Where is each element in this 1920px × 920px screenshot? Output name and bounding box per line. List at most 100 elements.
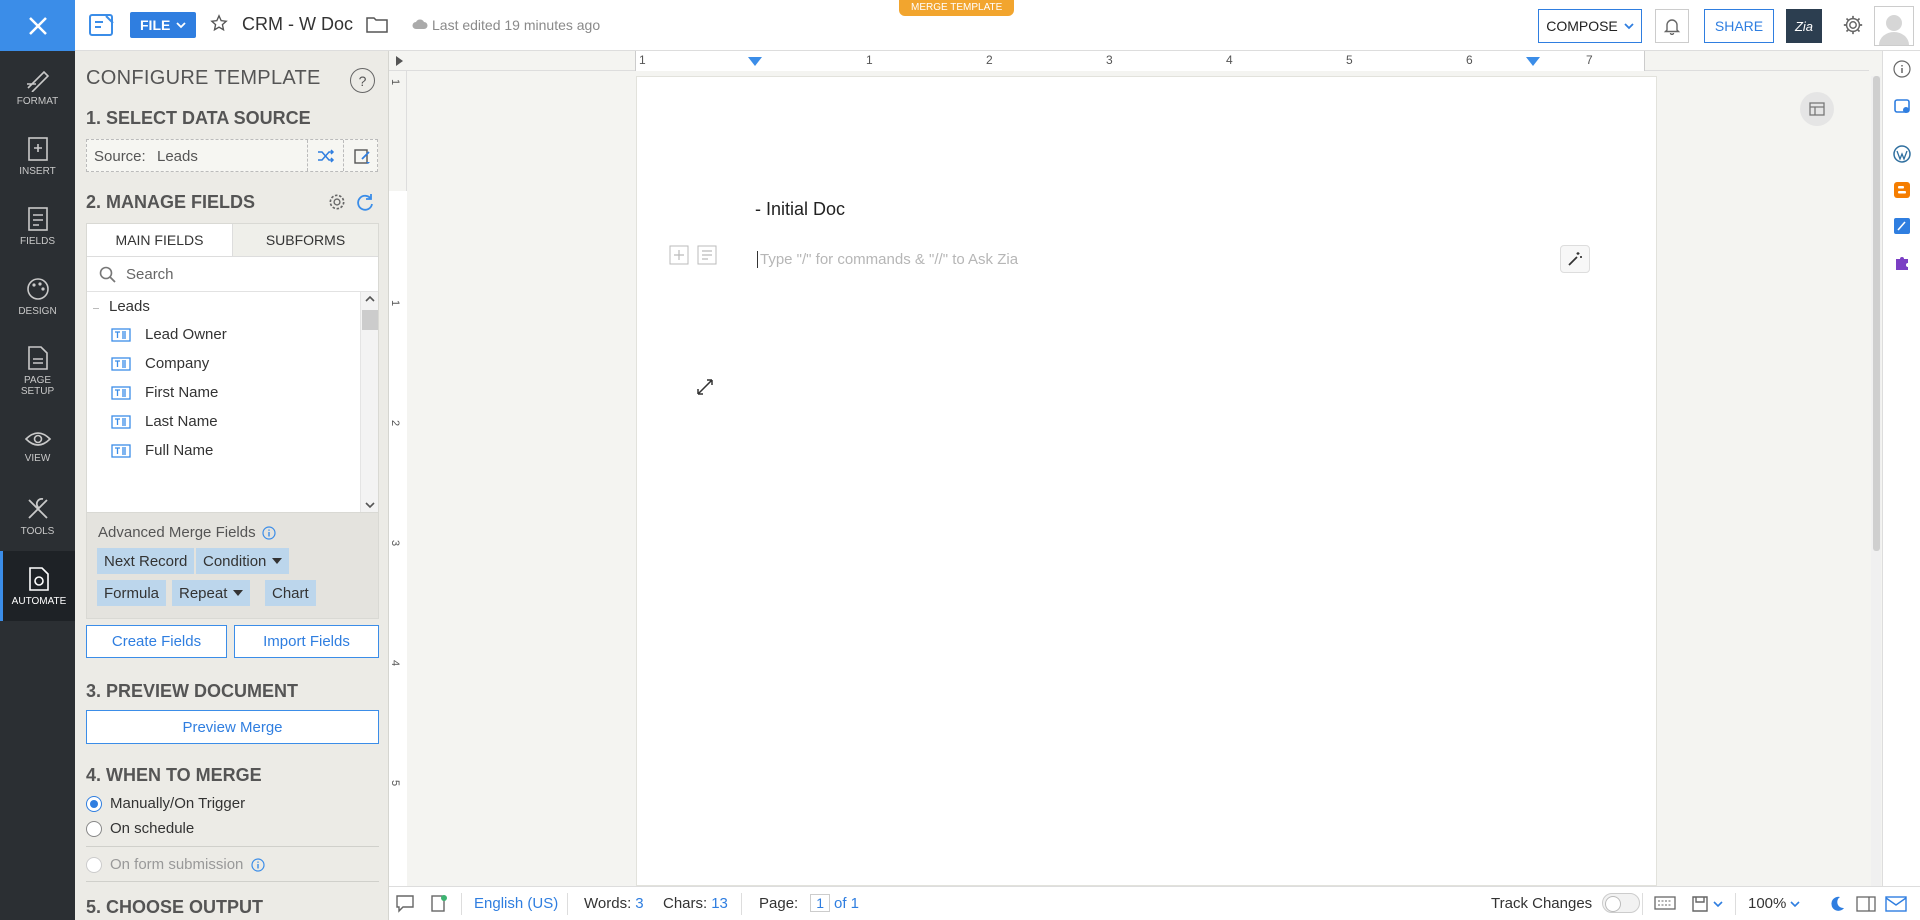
rail-page-setup[interactable]: PAGE SETUP	[0, 331, 75, 411]
view-icon	[24, 431, 51, 446]
chip-repeat[interactable]: Repeat	[172, 580, 251, 606]
blogger-icon[interactable]	[1892, 180, 1912, 200]
dark-mode-icon[interactable]	[1828, 895, 1846, 913]
ruler-label: 6	[1466, 53, 1473, 67]
tab-subforms[interactable]: SUBFORMS	[233, 224, 378, 256]
mail-merge-icon[interactable]	[1885, 895, 1907, 913]
document-page[interactable]: - Initial Doc Type "/" for commands & "/…	[636, 76, 1657, 886]
user-avatar[interactable]	[1874, 6, 1914, 46]
comments-icon[interactable]	[394, 893, 416, 913]
chip-formula[interactable]: Formula	[97, 580, 167, 606]
track-changes[interactable]: Track Changes	[1491, 893, 1641, 913]
zia-assist-button[interactable]	[1560, 245, 1590, 273]
file-menu-button[interactable]: FILE	[130, 12, 197, 38]
tree-group-leads[interactable]: Leads	[107, 298, 152, 315]
close-button[interactable]	[0, 0, 75, 51]
zoom-selector[interactable]: 100%	[1748, 895, 1800, 912]
settings-gear-icon[interactable]	[327, 192, 347, 215]
ruler-label: 1	[639, 53, 646, 67]
language-selector[interactable]: English (US)	[474, 895, 558, 912]
add-block-icon[interactable]	[669, 245, 689, 265]
radio-label: Manually/On Trigger	[110, 795, 246, 812]
info-icon[interactable]	[1892, 59, 1912, 79]
radio-on-schedule[interactable]: On schedule	[86, 820, 194, 837]
zia-button[interactable]: Zia	[1786, 9, 1822, 43]
chevron-down-icon[interactable]	[364, 500, 376, 510]
import-fields-button[interactable]: Import Fields	[234, 625, 379, 658]
compose-button[interactable]: COMPOSE	[1538, 9, 1642, 43]
rail-label: INSERT	[19, 165, 56, 177]
help-icon[interactable]: ?	[350, 68, 375, 93]
track-changes-toggle[interactable]	[1602, 893, 1641, 913]
sidebar-toggle-icon[interactable]	[1856, 895, 1876, 913]
scroll-thumb[interactable]	[1873, 76, 1880, 551]
rail-format[interactable]: FORMAT	[0, 51, 75, 121]
panel-title: CONFIGURE TEMPLATE	[86, 67, 321, 89]
document-title[interactable]: CRM - W Doc	[242, 14, 353, 35]
right-indent-marker[interactable]	[1526, 57, 1540, 66]
folder-icon[interactable]	[366, 15, 388, 36]
user-icon	[1879, 15, 1909, 45]
field-item[interactable]: Full Name	[111, 442, 213, 459]
edit-source-button[interactable]	[343, 140, 379, 171]
left-indent-marker[interactable]	[748, 57, 762, 66]
create-fields-button[interactable]: Create Fields	[86, 625, 227, 658]
field-item[interactable]: Company	[111, 355, 209, 372]
settings-gear-icon[interactable]	[1842, 14, 1864, 39]
chip-label: Condition	[203, 552, 267, 570]
radio-button[interactable]	[86, 820, 102, 837]
field-item[interactable]: Last Name	[111, 413, 218, 430]
field-item[interactable]: Lead Owner	[111, 326, 227, 343]
wordpress-icon[interactable]	[1892, 144, 1912, 164]
info-icon[interactable]	[251, 857, 265, 872]
data-source-box: Source: Leads	[86, 139, 378, 172]
fields-tabs: MAIN FIELDS SUBFORMS	[87, 224, 378, 257]
radio-label: On schedule	[110, 820, 195, 837]
chevron-up-icon[interactable]	[364, 294, 376, 304]
rail-automate[interactable]: AUTOMATE	[0, 551, 75, 621]
rail-fields[interactable]: FIELDS	[0, 191, 75, 261]
chip-chart[interactable]: Chart	[265, 580, 316, 606]
automate-icon	[29, 566, 49, 591]
caret-down-icon	[233, 590, 244, 596]
divider	[567, 893, 568, 915]
change-source-button[interactable]	[307, 140, 343, 171]
tab-main-fields[interactable]: MAIN FIELDS	[87, 224, 233, 256]
field-item[interactable]: First Name	[111, 384, 218, 401]
radio-manual-trigger[interactable]: Manually/On Trigger	[86, 795, 245, 812]
writer-logo-icon[interactable]	[88, 12, 116, 41]
collapse-panel-icon[interactable]	[393, 55, 405, 67]
document-heading[interactable]: - Initial Doc	[755, 199, 845, 220]
share-button[interactable]: SHARE	[1704, 9, 1774, 43]
scroll-thumb[interactable]	[362, 310, 378, 330]
fields-scrollbar[interactable]	[360, 292, 378, 512]
divider	[461, 893, 462, 915]
crm-integration-icon[interactable]	[1892, 96, 1912, 116]
compose-pen-icon[interactable]	[1892, 216, 1912, 236]
paragraph-menu-icon[interactable]	[697, 245, 717, 265]
rail-view[interactable]: VIEW	[0, 411, 75, 481]
document-status-icon[interactable]	[429, 893, 449, 913]
editor-placeholder[interactable]: Type "/" for commands & "//" to Ask Zia	[757, 251, 1018, 268]
chip-condition[interactable]: Condition	[196, 548, 290, 574]
refresh-icon[interactable]	[355, 192, 375, 215]
rail-design[interactable]: DESIGN	[0, 261, 75, 331]
layout-toggle-button[interactable]	[1800, 92, 1834, 126]
fields-search-input[interactable]	[126, 265, 346, 283]
ruler-label: 1	[389, 299, 402, 307]
keyboard-icon[interactable]	[1654, 895, 1676, 911]
chip-next-record[interactable]: Next Record	[97, 548, 195, 574]
page-number-input[interactable]: 1	[810, 894, 830, 912]
extensions-puzzle-icon[interactable]	[1892, 252, 1912, 272]
document-scrollbar[interactable]	[1871, 76, 1881, 886]
vertical-ruler: 1 1 2 3 4 5	[389, 71, 407, 886]
info-icon[interactable]	[261, 525, 276, 540]
star-icon[interactable]	[210, 14, 228, 35]
notifications-button[interactable]	[1655, 9, 1689, 43]
rail-tools[interactable]: TOOLS	[0, 481, 75, 551]
preview-merge-button[interactable]: Preview Merge	[86, 710, 379, 744]
page-layout-selector[interactable]	[1691, 895, 1723, 913]
rail-insert[interactable]: INSERT	[0, 121, 75, 191]
ruler-label: 4	[1226, 53, 1233, 67]
radio-button[interactable]	[86, 795, 102, 812]
